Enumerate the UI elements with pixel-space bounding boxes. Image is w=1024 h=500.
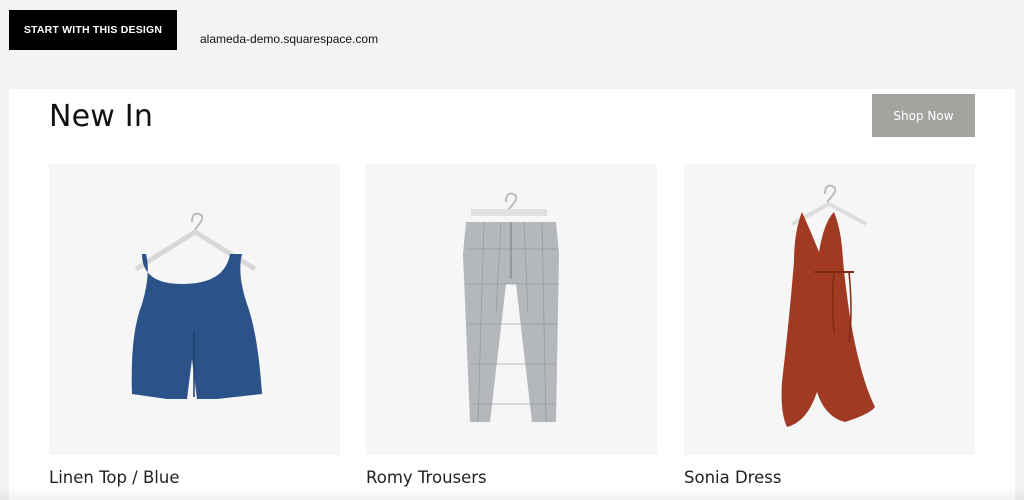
shop-now-button[interactable]: Shop Now [872,94,975,137]
demo-topbar: START WITH THIS DESIGN alameda-demo.squa… [0,0,1024,88]
section-title: New In [49,99,154,134]
scroll-shade [0,488,1024,500]
new-in-section: New In Shop Now Linen Top / Blue Romy Tr… [9,89,1015,500]
product-card-romy-trousers[interactable]: Romy Trousers [366,164,657,487]
product-image-romy-trousers[interactable] [366,164,657,455]
product-name[interactable]: Sonia Dress [684,468,975,487]
product-card-sonia-dress[interactable]: Sonia Dress [684,164,975,487]
product-card-linen-top[interactable]: Linen Top / Blue [49,164,340,487]
product-image-sonia-dress[interactable] [684,164,975,455]
start-with-this-design-button[interactable]: START WITH THIS DESIGN [9,10,177,50]
site-domain: alameda-demo.squarespace.com [200,32,379,46]
product-name[interactable]: Romy Trousers [366,468,657,487]
product-name[interactable]: Linen Top / Blue [49,468,340,487]
product-image-linen-top[interactable] [49,164,340,455]
